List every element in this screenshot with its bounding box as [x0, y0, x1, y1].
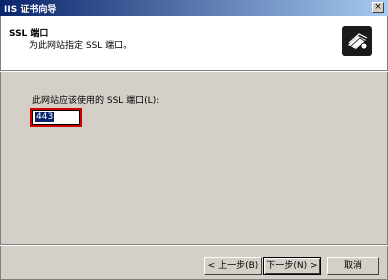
cancel-button[interactable]: 取消	[327, 257, 379, 275]
title-bar: IIS 证书向导 ×	[0, 0, 388, 16]
ssl-port-input[interactable]: 443	[32, 110, 80, 125]
ssl-port-value: 443	[35, 112, 55, 122]
close-button[interactable]: ×	[372, 2, 384, 13]
header-pane: SSL 端口 为此网站指定 SSL 端口。	[0, 16, 388, 70]
page-subtitle: 为此网站指定 SSL 端口。	[29, 41, 133, 51]
back-button[interactable]: < 上一步(B)	[204, 257, 262, 275]
ssl-port-label: 此网站应该使用的 SSL 端口(L):	[32, 96, 160, 106]
next-button[interactable]: 下一步(N) >	[263, 257, 321, 275]
window-title: IIS 证书向导	[4, 5, 57, 15]
certificate-icon	[342, 26, 372, 56]
